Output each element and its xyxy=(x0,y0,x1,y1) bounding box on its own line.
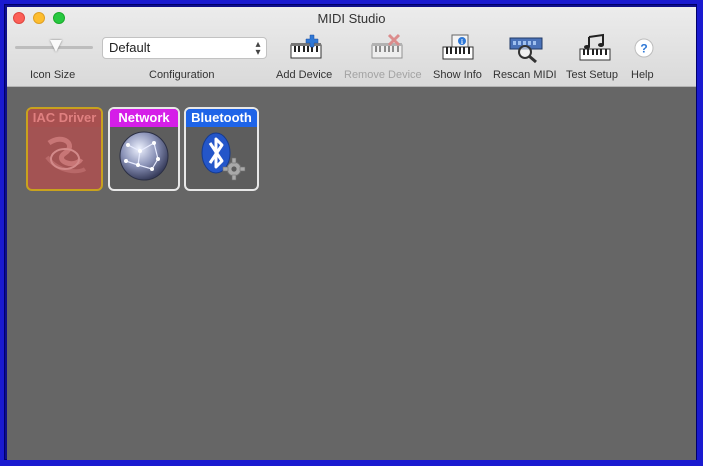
keyboard-info-icon: i xyxy=(442,34,474,60)
device-icon-area xyxy=(110,127,178,189)
configuration-value: Default xyxy=(109,40,151,55)
add-device-button[interactable] xyxy=(288,33,324,63)
keyboard-remove-icon xyxy=(371,33,403,59)
rescan-midi-label: Rescan MIDI xyxy=(493,69,557,81)
svg-text:?: ? xyxy=(640,42,647,56)
help-label: Help xyxy=(631,69,654,81)
device-name: Bluetooth xyxy=(186,109,257,127)
configuration-label: Configuration xyxy=(149,69,215,81)
chevron-down-icon: ▾ xyxy=(255,47,261,58)
iac-driver-icon xyxy=(44,136,86,174)
rescan-magnifier-icon xyxy=(509,37,543,63)
show-info-button[interactable]: i xyxy=(440,33,476,63)
show-info-label: Show Info xyxy=(433,69,482,81)
device-name: Network xyxy=(110,109,178,127)
window-title: MIDI Studio xyxy=(317,11,386,26)
icon-size-slider[interactable] xyxy=(15,40,93,56)
midi-studio-window: MIDI Studio Icon Size Default ▴ ▾ Config… xyxy=(7,7,696,460)
toolbar: MIDI Studio Icon Size Default ▴ ▾ Config… xyxy=(7,7,696,87)
device-canvas[interactable]: IAC Driver Network Bluetooth xyxy=(7,87,696,460)
test-setup-button[interactable] xyxy=(577,33,613,63)
music-notes-keyboard-icon xyxy=(579,33,611,61)
help-button[interactable]: ? xyxy=(633,33,655,63)
remove-device-label: Remove Device xyxy=(344,69,422,81)
icon-size-label: Icon Size xyxy=(30,69,76,81)
device-icon-area xyxy=(28,127,101,189)
device-name: IAC Driver xyxy=(28,109,101,127)
svg-text:i: i xyxy=(461,38,463,46)
slider-knob[interactable] xyxy=(50,40,62,52)
test-setup-label: Test Setup xyxy=(566,69,618,81)
help-icon: ? xyxy=(634,38,654,58)
network-globe-icon xyxy=(119,131,169,181)
device-network[interactable]: Network xyxy=(108,107,180,191)
device-bluetooth[interactable]: Bluetooth xyxy=(184,107,259,191)
rescan-midi-button[interactable] xyxy=(508,33,544,63)
configuration-select[interactable]: Default ▴ ▾ xyxy=(102,37,267,59)
add-device-label: Add Device xyxy=(276,69,333,81)
keyboard-plus-icon xyxy=(290,34,322,59)
bluetooth-gear-icon xyxy=(201,132,245,181)
device-iac-driver[interactable]: IAC Driver xyxy=(26,107,103,191)
remove-device-button[interactable] xyxy=(369,33,405,63)
device-icon-area xyxy=(186,127,257,189)
